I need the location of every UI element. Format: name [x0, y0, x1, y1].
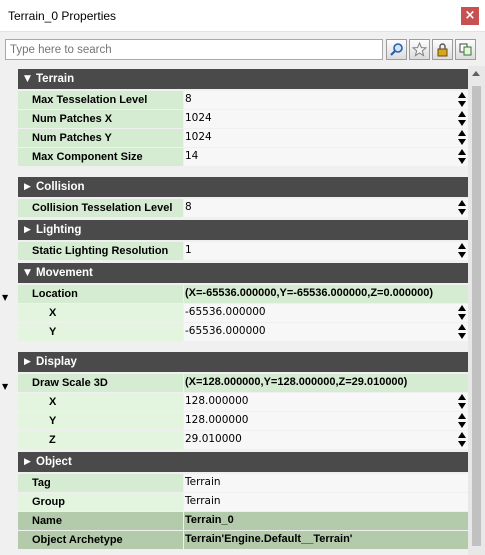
- vertical-scrollbar[interactable]: [468, 66, 485, 555]
- spinner-arrows-icon[interactable]: [457, 92, 467, 109]
- property-row: X -65536.000000: [18, 304, 468, 323]
- property-row: Draw Scale 3D (X=128.000000,Y=128.000000…: [18, 374, 468, 393]
- property-value[interactable]: 1024: [184, 129, 468, 147]
- property-row: Max Tesselation Level 8: [18, 91, 468, 110]
- search-input[interactable]: [5, 39, 383, 60]
- scrollbar-thumb[interactable]: [472, 86, 481, 546]
- favorites-button[interactable]: [409, 39, 430, 60]
- spinner-arrows-icon[interactable]: [457, 432, 467, 449]
- lock-button[interactable]: [432, 39, 453, 60]
- spinner-arrows-icon[interactable]: [457, 200, 467, 217]
- spinner-arrows-icon[interactable]: [457, 324, 467, 341]
- category-collision[interactable]: ▶ Collision: [18, 177, 468, 198]
- copy-button[interactable]: [455, 39, 476, 60]
- property-value-readonly: Terrain_0: [184, 512, 468, 530]
- category-lighting[interactable]: ▶ Lighting: [18, 220, 468, 241]
- property-value[interactable]: 29.010000: [184, 431, 468, 449]
- spinner-arrows-icon[interactable]: [457, 243, 467, 260]
- category-display[interactable]: ▶ Display: [18, 352, 468, 373]
- property-row: Collision Tesselation Level 8: [18, 199, 468, 218]
- property-value[interactable]: 1: [184, 242, 468, 260]
- property-row: Max Component Size 14: [18, 148, 468, 167]
- property-row: Y -65536.000000: [18, 323, 468, 342]
- spinner-arrows-icon[interactable]: [457, 130, 467, 147]
- property-value[interactable]: 128.000000: [184, 412, 468, 430]
- search-bar: [0, 33, 485, 65]
- expand-arrow-icon: ▶: [24, 182, 31, 192]
- close-button[interactable]: ×: [461, 7, 479, 25]
- window-title: Terrain_0 Properties: [8, 9, 117, 23]
- property-value[interactable]: (X=-65536.000000,Y=-65536.000000,Z=0.000…: [184, 285, 468, 303]
- property-row: Name Terrain_0: [18, 512, 468, 531]
- property-value-readonly: Terrain'Engine.Default__Terrain': [184, 531, 468, 549]
- spinner-arrows-icon[interactable]: [457, 394, 467, 411]
- spinner-arrows-icon[interactable]: [457, 305, 467, 322]
- expand-draw-scale-icon[interactable]: ▼: [2, 382, 8, 391]
- property-value[interactable]: -65536.000000: [184, 304, 468, 322]
- expand-arrow-icon: ▶: [24, 457, 31, 467]
- property-row: X 128.000000: [18, 393, 468, 412]
- property-grid: ▼ Terrain Max Tesselation Level 8 Num Pa…: [0, 66, 468, 555]
- spinner-arrows-icon[interactable]: [457, 111, 467, 128]
- category-object[interactable]: ▶ Object: [18, 452, 468, 473]
- property-row: Static Lighting Resolution 1: [18, 242, 468, 261]
- property-row: Object Archetype Terrain'Engine.Default_…: [18, 531, 468, 550]
- expand-arrow-icon: ▶: [24, 225, 31, 235]
- property-value[interactable]: Terrain: [184, 493, 468, 511]
- copy-icon: [459, 43, 472, 56]
- spinner-arrows-icon[interactable]: [457, 149, 467, 166]
- property-value[interactable]: 8: [184, 91, 468, 109]
- star-icon: [412, 42, 427, 57]
- collapse-arrow-icon: ▼: [24, 268, 31, 278]
- property-value[interactable]: (X=128.000000,Y=128.000000,Z=29.010000): [184, 374, 468, 392]
- lock-icon: [437, 43, 448, 57]
- property-row: Num Patches Y 1024: [18, 129, 468, 148]
- property-value[interactable]: 14: [184, 148, 468, 166]
- property-value[interactable]: 1024: [184, 110, 468, 128]
- property-row: Z 29.010000: [18, 431, 468, 450]
- category-movement[interactable]: ▼ Movement: [18, 263, 468, 284]
- property-value[interactable]: Terrain: [184, 474, 468, 492]
- spinner-arrows-icon[interactable]: [457, 413, 467, 430]
- search-icon: [390, 43, 403, 56]
- property-row: Tag Terrain: [18, 474, 468, 493]
- property-value[interactable]: -65536.000000: [184, 323, 468, 341]
- expand-location-icon[interactable]: ▼: [2, 293, 8, 302]
- search-button[interactable]: [386, 39, 407, 60]
- property-row: Group Terrain: [18, 493, 468, 512]
- property-row: Num Patches X 1024: [18, 110, 468, 129]
- collapse-arrow-icon: ▼: [24, 74, 31, 84]
- category-terrain[interactable]: ▼ Terrain: [18, 69, 468, 90]
- property-value[interactable]: 128.000000: [184, 393, 468, 411]
- scroll-up-icon[interactable]: [472, 71, 480, 76]
- property-row: Y 128.000000: [18, 412, 468, 431]
- property-row: Location (X=-65536.000000,Y=-65536.00000…: [18, 285, 468, 304]
- property-value[interactable]: 8: [184, 199, 468, 217]
- expand-arrow-icon: ▶: [24, 357, 31, 367]
- title-bar: Terrain_0 Properties ×: [0, 0, 485, 32]
